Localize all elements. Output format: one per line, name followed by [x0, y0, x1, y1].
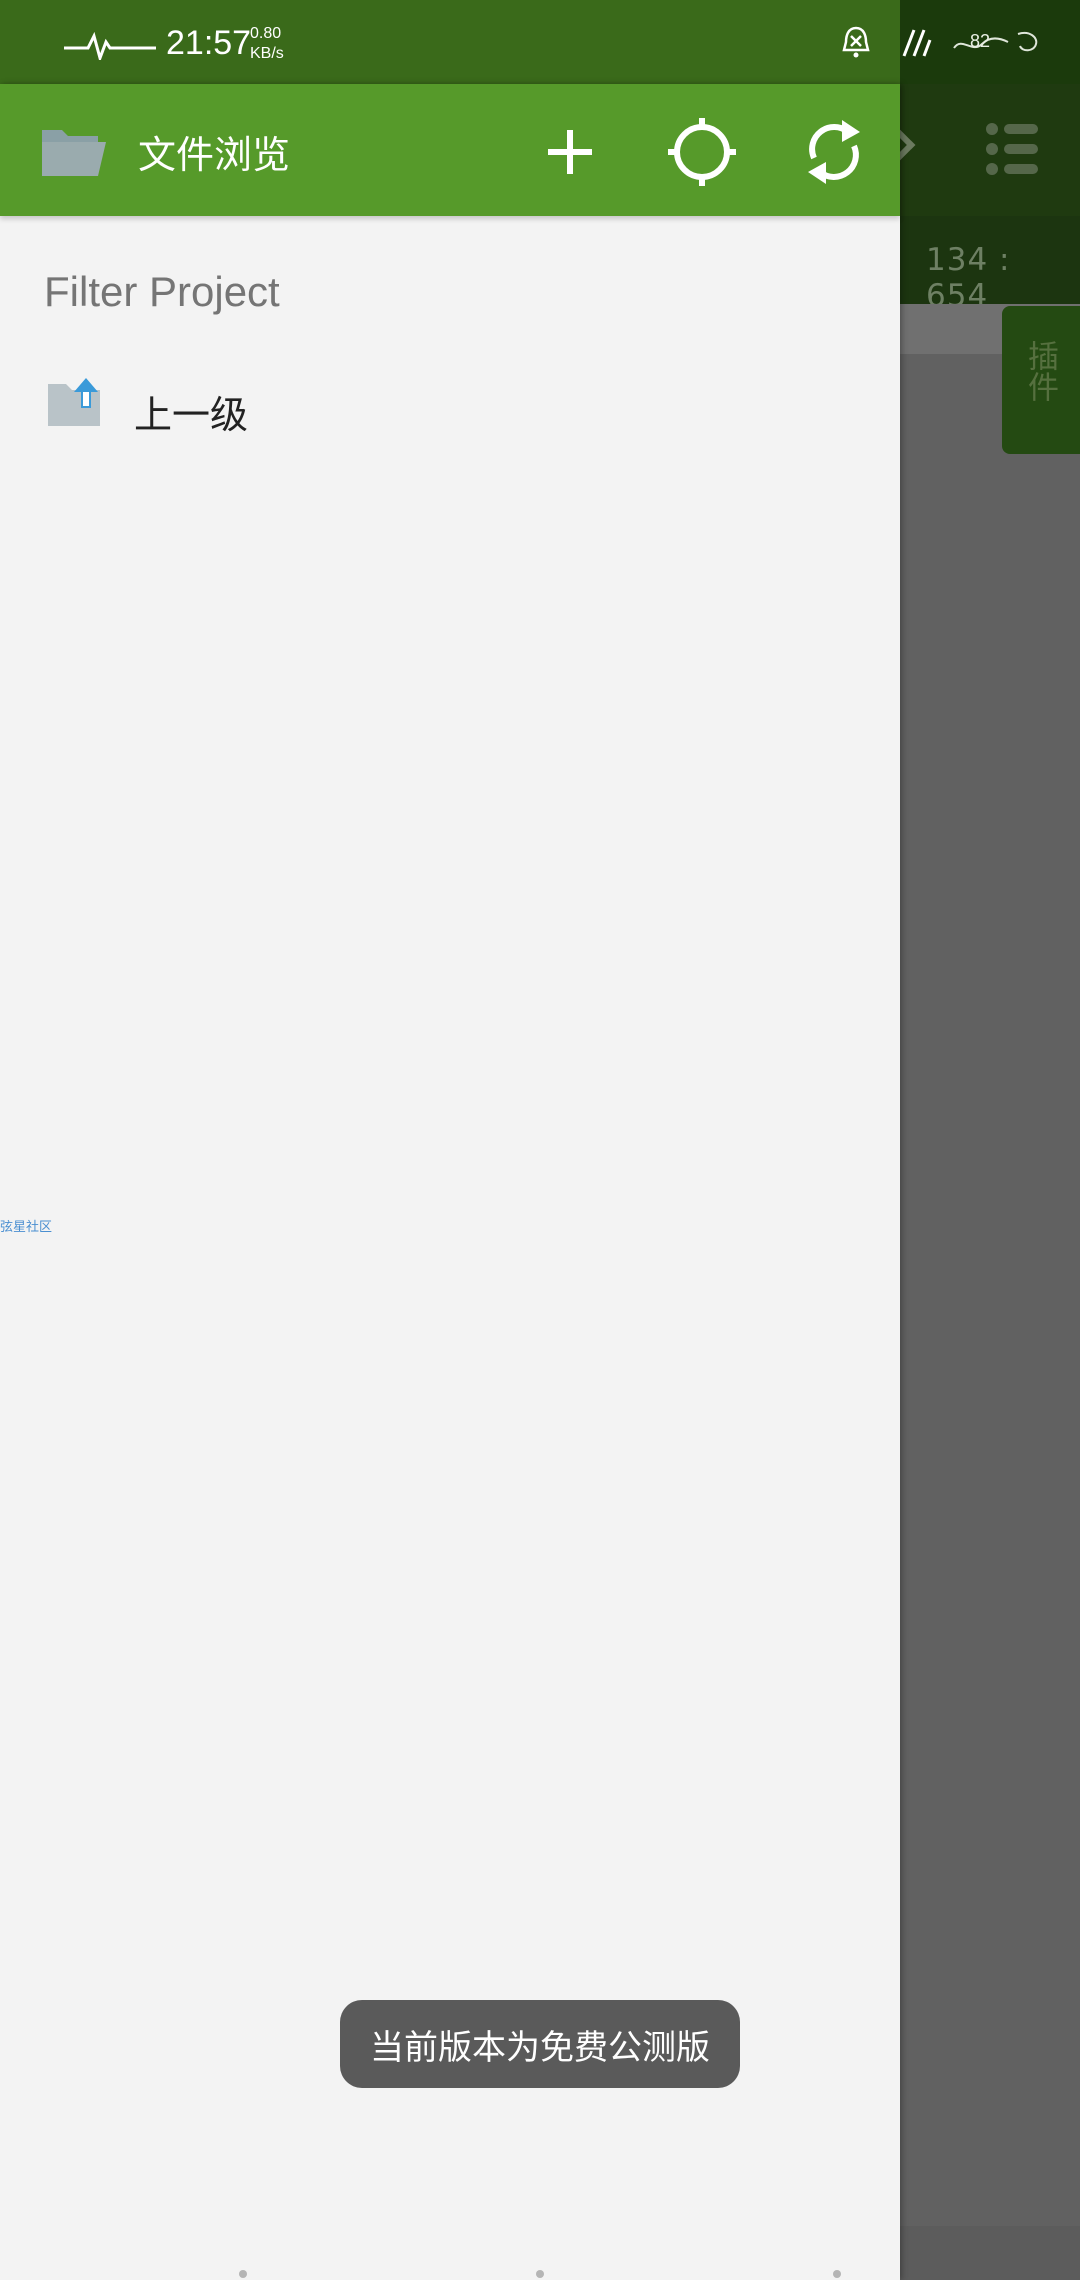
- network-speed: 0.80 KB/s: [250, 24, 284, 64]
- network-speed-unit: KB/s: [250, 45, 284, 62]
- nav-dot-center: [536, 2270, 544, 2278]
- folder-open-icon: [42, 130, 106, 176]
- toast-message: 当前版本为免费公测版: [340, 2000, 740, 2088]
- plugin-tab-label: 插件: [1022, 340, 1058, 402]
- network-speed-value: 0.80: [250, 25, 282, 42]
- list-item-label: 上一级: [134, 393, 249, 437]
- nav-dot-right: [833, 2270, 841, 2278]
- file-browser-drawer: 文件浏览 Filter Project 上一级 弦星社区: [0, 84, 900, 2280]
- locate-button[interactable]: [668, 118, 736, 186]
- battery-icon: [953, 32, 1038, 52]
- pulse-icon: [64, 31, 156, 60]
- folder-up-icon: [48, 378, 100, 426]
- drawer-header: 文件浏览: [0, 84, 900, 216]
- status-time: 21:57: [166, 24, 252, 62]
- refresh-button[interactable]: [800, 118, 868, 186]
- nav-dot-left: [239, 2270, 247, 2278]
- battery-level: 82: [970, 31, 991, 51]
- locate-icon: [668, 118, 736, 186]
- filter-project-input[interactable]: [44, 260, 864, 324]
- status-bar: 21:57 0.80 KB/s 82: [0, 0, 1080, 84]
- add-button[interactable]: [536, 118, 604, 186]
- refresh-icon: [808, 120, 860, 184]
- side-watermark: 弦星社区: [0, 1220, 53, 1235]
- signal-icon: [902, 29, 932, 57]
- add-icon: [548, 130, 592, 174]
- alarm-off-icon: [842, 26, 870, 58]
- drawer-title: 文件浏览: [138, 133, 291, 177]
- toast-text: 当前版本为免费公测版: [370, 2027, 710, 2068]
- background-list-icon: [986, 122, 1038, 176]
